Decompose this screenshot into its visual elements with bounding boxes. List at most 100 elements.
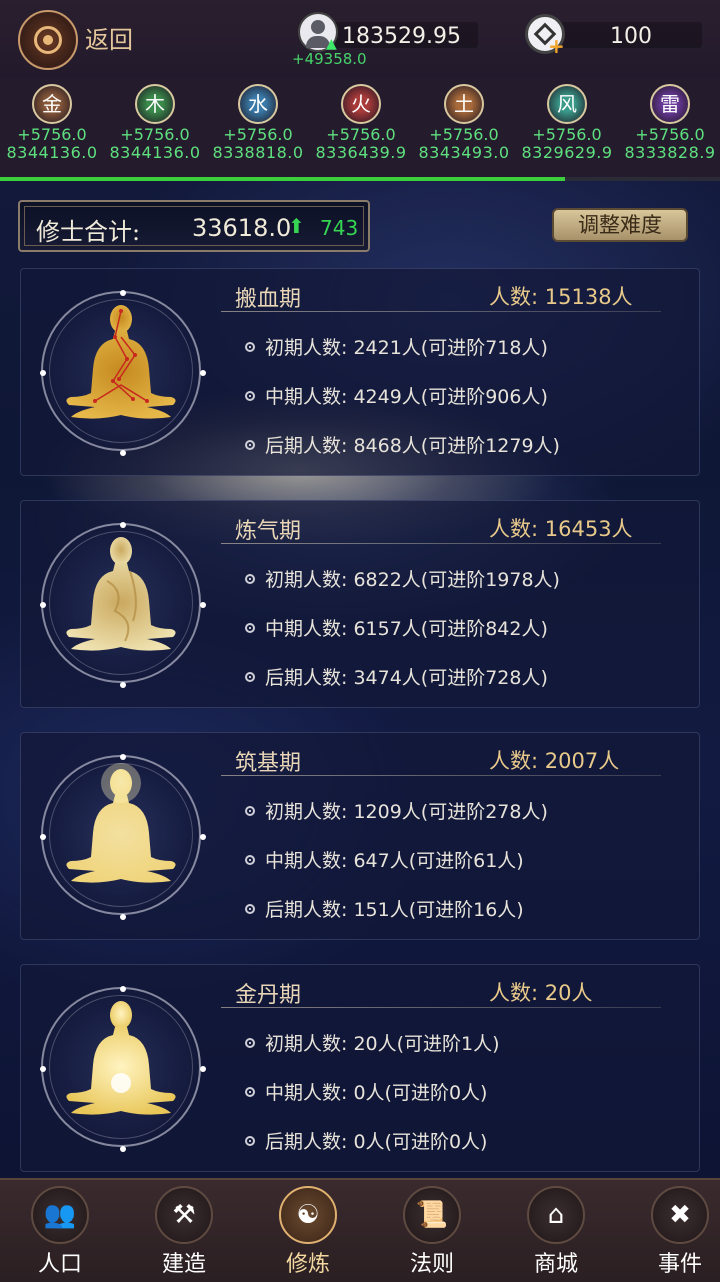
progress-fill	[0, 177, 566, 181]
stage-card[interactable]: 搬血期 人数: 15138人 初期人数: 2421人(可进阶718人) 中期人数: 4…	[20, 268, 700, 476]
substage-text: 初期人数: 1209人(可进阶278人)	[265, 801, 548, 823]
emblem-dot	[40, 370, 46, 376]
emblem-dot	[200, 834, 206, 840]
element-total: 8338818.0	[212, 143, 304, 162]
stage-card[interactable]: 筑基期 人数: 2007人 初期人数: 1209人(可进阶278人) 中期人数: 64…	[20, 732, 700, 940]
element-total: 8344136.0	[6, 143, 98, 162]
nav-tab-0[interactable]: 👥 人口	[0, 1186, 120, 1278]
element-total: 8333828.9	[624, 143, 716, 162]
stage-name: 炼气期	[235, 519, 302, 544]
element-orb-icon: 雷	[650, 84, 690, 124]
bullet-icon	[245, 342, 255, 352]
progress-bar	[0, 177, 720, 181]
element-total: 8344136.0	[109, 143, 201, 162]
divider	[221, 543, 661, 544]
nav-tab-label: 事件	[657, 1252, 702, 1277]
emblem-dot	[120, 1146, 126, 1152]
element-total: 8329629.9	[521, 143, 613, 162]
add-currency-icon[interactable]: +	[548, 34, 565, 58]
element-resources: 金 +5756.0 8344136.0 木 +5756.0 8344136.0 水 +5756…	[0, 78, 720, 178]
substage-text: 中期人数: 6157人(可进阶842人)	[265, 618, 548, 640]
bullet-icon	[245, 391, 255, 401]
emblem-dot	[120, 450, 126, 456]
stage-substage-row: 后期人数: 0人(可进阶0人)	[245, 1127, 487, 1154]
element-6[interactable]: 雷 +5756.0 8333828.9	[618, 78, 720, 162]
event-book-icon: ✖	[651, 1186, 709, 1244]
element-rate: +5756.0	[120, 125, 190, 144]
stage-substage-row: 中期人数: 647人(可进阶61人)	[245, 846, 524, 873]
top-bar: 返回 ▲ 183529.95 +49358.0 + 100	[0, 0, 720, 78]
element-1[interactable]: 木 +5756.0 8344136.0	[103, 78, 207, 162]
divider	[221, 311, 661, 312]
bullet-icon	[245, 855, 255, 865]
bullet-icon	[245, 1087, 255, 1097]
element-2[interactable]: 水 +5756.0 8338818.0	[206, 78, 310, 162]
substage-text: 中期人数: 4249人(可进阶906人)	[265, 386, 548, 408]
substage-text: 后期人数: 151人(可进阶16人)	[265, 899, 524, 921]
nav-tab-label: 修炼	[285, 1252, 330, 1277]
summary-label: 修士合计:	[36, 218, 141, 246]
summary-total: 33618.0	[192, 214, 292, 242]
element-rate: +5756.0	[532, 125, 602, 144]
shop-icon: ⌂	[527, 1186, 585, 1244]
stage-count: 人数: 2007人	[489, 749, 620, 773]
stage-name: 金丹期	[235, 983, 302, 1008]
stage-count: 人数: 20人	[489, 981, 593, 1005]
bullet-icon	[245, 904, 255, 914]
substage-text: 初期人数: 6822人(可进阶1978人)	[265, 569, 560, 591]
bottom-nav: 👥 人口 ⚒ 建造 ☯ 修炼 📜 法则 ⌂ 商城 ✖ 事件	[0, 1178, 720, 1282]
cultivator-summary: 修士合计: 33618.0 ⬆ 743	[18, 200, 370, 252]
element-orb-icon: 风	[547, 84, 587, 124]
summary-delta: 743	[320, 216, 359, 240]
emblem-dot	[40, 834, 46, 840]
substage-text: 初期人数: 20人(可进阶1人)	[265, 1033, 500, 1055]
element-orb-icon: 水	[238, 84, 278, 124]
element-orb-icon: 火	[341, 84, 381, 124]
bullet-icon	[245, 623, 255, 633]
nav-tab-label: 法则	[409, 1252, 454, 1277]
adjust-difficulty-button[interactable]: 调整难度	[552, 208, 688, 242]
element-total: 8343493.0	[418, 143, 510, 162]
substage-text: 后期人数: 3474人(可进阶728人)	[265, 667, 548, 689]
bullet-icon	[245, 1136, 255, 1146]
nav-tab-5[interactable]: ✖ 事件	[620, 1186, 720, 1278]
element-5[interactable]: 风 +5756.0 8329629.9	[515, 78, 619, 162]
stage-substage-row: 后期人数: 8468人(可进阶1279人)	[245, 431, 560, 458]
emblem-dot	[120, 914, 126, 920]
nav-tab-4[interactable]: ⌂ 商城	[496, 1186, 616, 1278]
back-button[interactable]	[18, 10, 78, 70]
element-4[interactable]: 土 +5756.0 8343493.0	[412, 78, 516, 162]
population-delta: +49358.0	[292, 50, 367, 68]
nav-tab-1[interactable]: ⚒ 建造	[124, 1186, 244, 1278]
stage-card[interactable]: 炼气期 人数: 16453人初期人数: 6822人(可进阶1978人) 中期人数: …	[20, 500, 700, 708]
substage-text: 后期人数: 0人(可进阶0人)	[265, 1131, 488, 1153]
tools-icon: ⚒	[155, 1186, 213, 1244]
emblem-dot	[200, 1066, 206, 1072]
emblem-dot	[40, 1066, 46, 1072]
bullet-icon	[245, 1038, 255, 1048]
bullet-icon	[245, 440, 255, 450]
stage-substage-row: 初期人数: 20人(可进阶1人)	[245, 1029, 500, 1056]
bullet-icon	[245, 574, 255, 584]
element-rate: +5756.0	[17, 125, 87, 144]
element-rate: +5756.0	[223, 125, 293, 144]
element-0[interactable]: 金 +5756.0 8344136.0	[0, 78, 104, 162]
stage-card[interactable]: 金丹期 人数: 20人初期人数: 20人(可进阶1人) 中期人数: 0人(可进阶0人…	[20, 964, 700, 1172]
back-label[interactable]: 返回	[85, 20, 133, 55]
nav-tab-3[interactable]: 📜 法则	[372, 1186, 492, 1278]
emblem-dot	[120, 682, 126, 688]
nav-tab-label: 人口	[37, 1252, 82, 1277]
back-icon	[34, 26, 62, 54]
stage-count: 人数: 15138人	[489, 285, 633, 309]
stage-substage-row: 初期人数: 6822人(可进阶1978人)	[245, 565, 560, 592]
nav-tab-label: 商城	[533, 1252, 578, 1277]
element-3[interactable]: 火 +5756.0 8336439.9	[309, 78, 413, 162]
element-orb-icon: 木	[135, 84, 175, 124]
nav-tab-2[interactable]: ☯ 修炼	[248, 1186, 368, 1278]
stage-substage-row: 初期人数: 2421人(可进阶718人)	[245, 333, 548, 360]
stage-substage-row: 后期人数: 3474人(可进阶728人)	[245, 663, 548, 690]
substage-text: 中期人数: 0人(可进阶0人)	[265, 1082, 488, 1104]
stage-count: 人数: 16453人	[489, 517, 633, 541]
up-arrow-icon: ⬆	[288, 214, 305, 238]
currency-value: 100	[610, 24, 652, 49]
